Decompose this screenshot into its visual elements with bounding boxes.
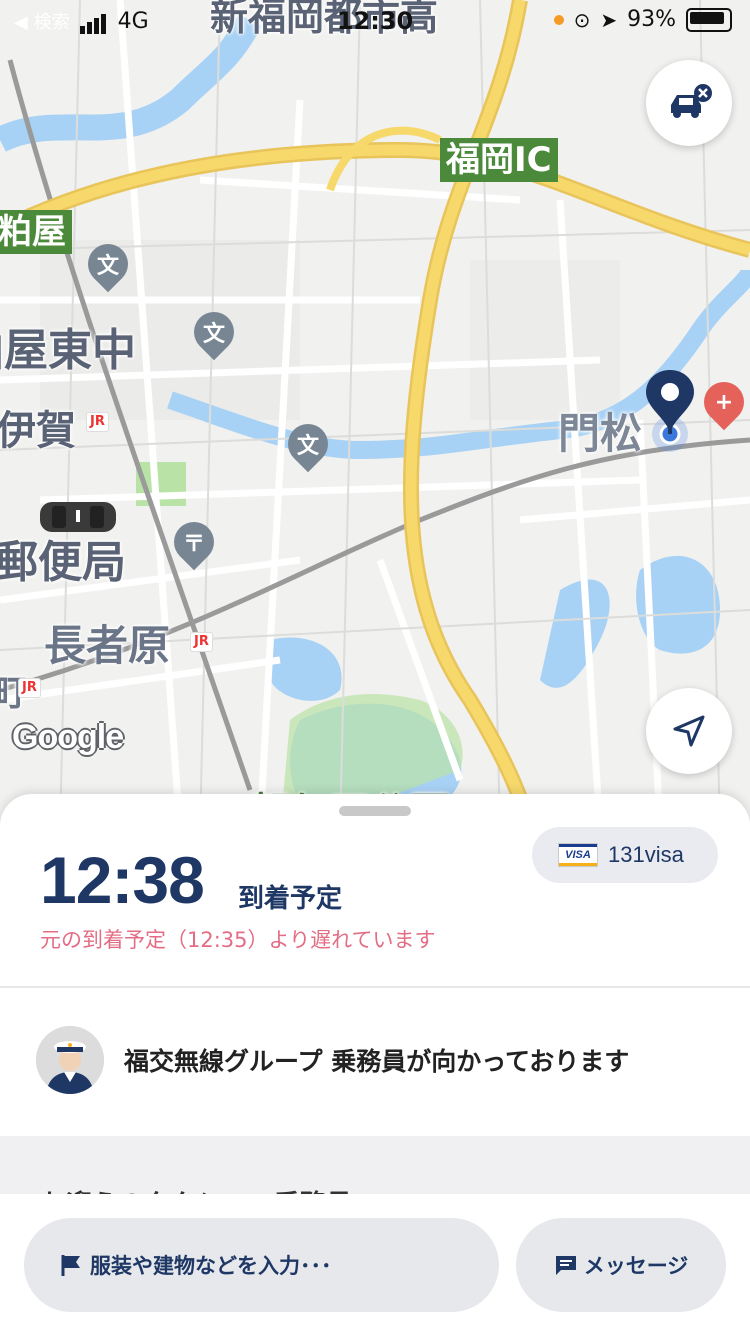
visa-card-icon: VISA (558, 843, 598, 867)
school-icon[interactable]: 文 (279, 415, 337, 473)
navigation-arrow-icon (673, 715, 705, 747)
location-arrow-icon: ➤ (600, 7, 618, 32)
map-label-iga: 伊賀 (0, 408, 76, 454)
hospital-icon[interactable]: + (695, 373, 750, 431)
mic-indicator-icon (553, 14, 564, 25)
battery-percent: 93% (627, 7, 676, 32)
school-icon[interactable]: 文 (185, 303, 243, 361)
message-button-label: メッセージ (583, 1254, 689, 1278)
sheet-grabber[interactable] (339, 806, 411, 816)
pickup-landmark-input-button[interactable]: 服装や建物などを入力･･･ (24, 1218, 499, 1312)
school-icon[interactable]: 文 (79, 235, 137, 293)
google-logo: Google (12, 718, 124, 756)
status-bar: ◀ 検索 4G 12:30 ⊙ ➤ 93% (0, 0, 750, 42)
driver-status-row: 福交無線グループ 乗務員が向かっております (0, 988, 750, 1136)
car-cancel-icon (671, 84, 712, 118)
map-label-higashinaka: 粕屋東中 (0, 325, 136, 376)
jr-station-icon: JR (190, 632, 213, 652)
map-label-fukuoka-ic: 福岡IC (440, 138, 558, 182)
battery-icon (686, 7, 732, 32)
recenter-location-button[interactable] (646, 688, 732, 774)
post-office-icon[interactable]: 〒 (165, 513, 223, 571)
jr-station-icon: JR (86, 412, 109, 432)
chat-bubble-icon (555, 1256, 576, 1275)
map-label-kasuya: 粕屋 (0, 210, 72, 254)
flag-icon (61, 1255, 80, 1276)
destination-pin-icon[interactable] (640, 366, 700, 456)
message-button[interactable]: メッセージ (516, 1218, 726, 1312)
payment-method-badge[interactable]: VISA 131visa (532, 827, 718, 883)
cancel-ride-button[interactable] (646, 60, 732, 146)
taxi-car-icon (40, 502, 116, 532)
map-label-chojabaru: 長者原 (44, 621, 171, 670)
pickup-landmark-input-label: 服装や建物などを入力･･･ (90, 1254, 332, 1278)
map-view[interactable]: 新福岡都市高 福岡IC 粕屋 粕屋東中 伊賀 郵便局 長者原 町 門松 駕与丁公… (0, 0, 750, 830)
map-label-kadomatsu: 門松 (558, 409, 643, 458)
payment-method-label: 131visa (608, 842, 684, 867)
eta-time: 12:38 (40, 843, 205, 917)
bottom-action-bar: 服装や建物などを入力･･･ メッセージ (0, 1194, 750, 1334)
driver-avatar (36, 1026, 104, 1094)
rotation-lock-icon: ⊙ (573, 7, 591, 32)
jr-station-icon: JR (18, 678, 41, 698)
eta-label: 到着予定 (238, 884, 343, 914)
driver-status-text: 福交無線グループ 乗務員が向かっております (124, 1047, 630, 1076)
delay-notice: 元の到着予定（12:35）より遅れています (40, 928, 436, 952)
